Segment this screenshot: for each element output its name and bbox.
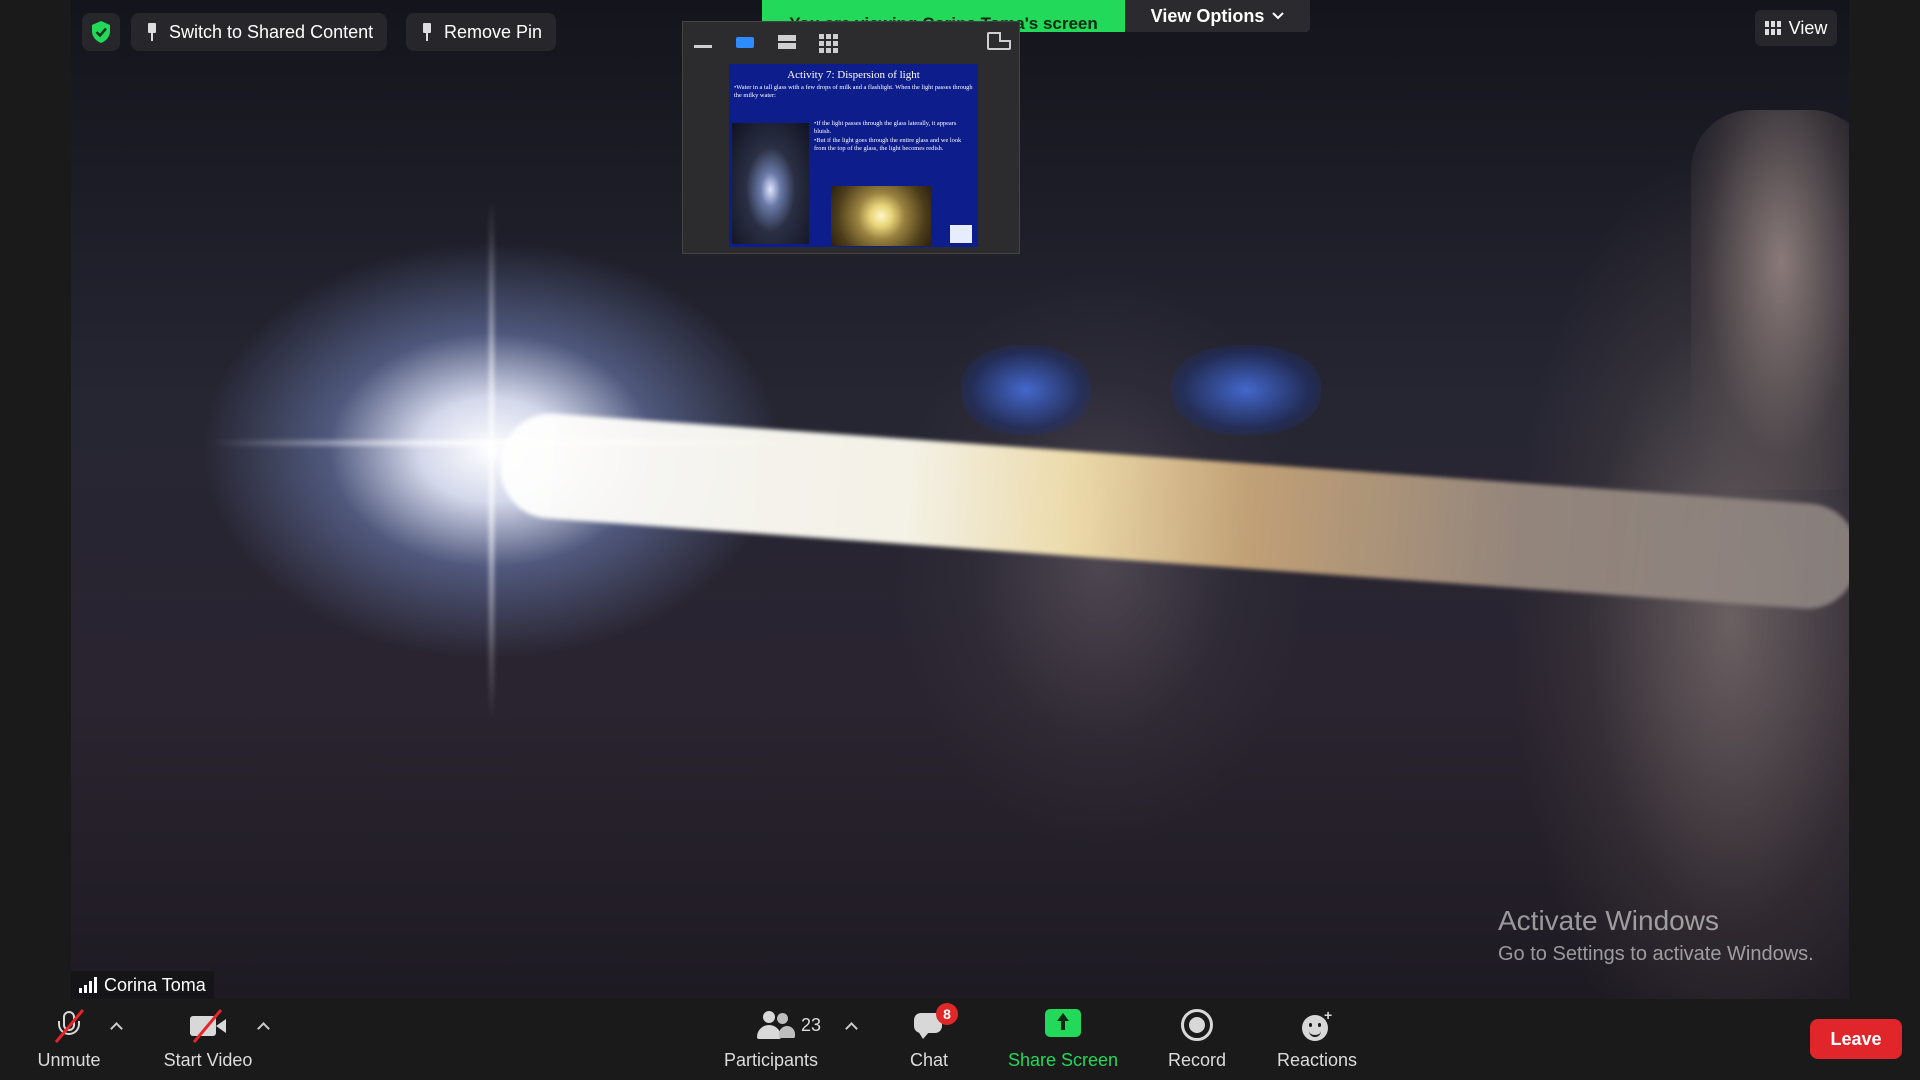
signal-icon (79, 977, 97, 993)
video-options-chevron-icon[interactable] (258, 1021, 268, 1031)
watermark-title: Activate Windows (1498, 905, 1719, 936)
mic-muted-icon (54, 1008, 85, 1044)
participant-name-tag: Corina Toma (71, 971, 214, 999)
watermark-subtitle: Go to Settings to activate Windows. (1498, 943, 1814, 965)
leave-button[interactable]: Leave (1810, 1019, 1902, 1059)
record-label: Record (1167, 1050, 1227, 1070)
slide-bullet: •If the light passes through the glass l… (814, 120, 957, 136)
minimize-icon[interactable] (693, 34, 713, 50)
remove-pin-button[interactable]: Remove Pin (406, 13, 557, 51)
meeting-toolbar: Unmute Start Video 23 Participants 8 Cha… (0, 999, 1920, 1080)
share-screen-label: Share Screen (1007, 1050, 1119, 1070)
slide-bullets: •If the light passes through the glass l… (814, 120, 974, 153)
unmute-button[interactable]: Unmute (28, 999, 110, 1080)
security-button[interactable] (82, 13, 120, 51)
hand (1691, 110, 1849, 490)
side-by-side-icon[interactable] (777, 34, 797, 50)
start-video-button[interactable]: Start Video (158, 999, 258, 1080)
participants-options-chevron-icon[interactable] (846, 1021, 856, 1031)
thumbnail-toolbar (683, 22, 1019, 62)
slide-intro: •Water in a tall glass with a few drops … (734, 84, 973, 99)
share-screen-icon (1045, 1009, 1081, 1037)
participants-count: 23 (801, 1014, 822, 1035)
unmute-label: Unmute (37, 1050, 101, 1070)
reactions-icon: + (1300, 1007, 1334, 1043)
leave-label: Leave (1830, 1028, 1882, 1049)
slide-title: Activity 7: Dispersion of light (787, 69, 920, 81)
light-beam (497, 410, 1849, 613)
view-options-label: View Options (1150, 5, 1265, 26)
video-off-icon (188, 1008, 228, 1044)
participant-name: Corina Toma (104, 974, 206, 995)
glasses-reflection-right (1171, 345, 1321, 435)
pin-icon (420, 22, 434, 42)
slide-bullet: •But if the light goes through the entir… (814, 136, 962, 152)
pin-icon (145, 22, 159, 42)
activate-windows-watermark: Activate Windows Go to Settings to activ… (1498, 905, 1814, 966)
grid-icon (1764, 21, 1781, 35)
chat-button[interactable]: 8 Chat (904, 999, 958, 1080)
slide-photo (732, 123, 809, 244)
participants-icon-group: 23 (755, 1009, 821, 1041)
exit-minimized-icon[interactable] (987, 32, 1011, 50)
participants-button[interactable]: 23 Participants (721, 999, 821, 1080)
chat-label: Chat (909, 1050, 949, 1070)
record-icon (1181, 1009, 1213, 1041)
switch-to-shared-content-button[interactable]: Switch to Shared Content (131, 13, 388, 51)
speaker-view-icon[interactable] (735, 34, 755, 50)
chevron-down-icon (1272, 12, 1285, 20)
shield-check-icon (92, 21, 110, 43)
reactions-button[interactable]: + Reactions (1274, 999, 1360, 1080)
slide-glass-image (831, 186, 931, 246)
slide-logo (950, 225, 972, 243)
remove-pin-label: Remove Pin (444, 21, 543, 42)
view-options-button[interactable]: View Options (1125, 0, 1310, 32)
glasses-reflection-left (961, 345, 1091, 435)
shared-screen-thumbnail[interactable]: Activity 7: Dispersion of light •Water i… (682, 21, 1020, 254)
reactions-label: Reactions (1276, 1050, 1358, 1070)
switch-label: Switch to Shared Content (169, 21, 374, 42)
view-label: View (1788, 17, 1828, 38)
chat-icon: 8 (912, 1003, 958, 1041)
audio-options-chevron-icon[interactable] (111, 1021, 121, 1031)
light-flare-vertical (489, 200, 494, 720)
participants-icon (755, 1009, 795, 1041)
view-button[interactable]: View (1755, 10, 1837, 46)
start-video-label: Start Video (163, 1050, 253, 1070)
shared-slide: Activity 7: Dispersion of light •Water i… (729, 64, 978, 247)
share-screen-button[interactable]: Share Screen (1008, 999, 1118, 1080)
gallery-view-icon[interactable] (819, 34, 839, 53)
participants-label: Participants (723, 1050, 819, 1070)
chat-unread-badge: 8 (936, 1003, 958, 1025)
record-button[interactable]: Record (1162, 999, 1232, 1080)
